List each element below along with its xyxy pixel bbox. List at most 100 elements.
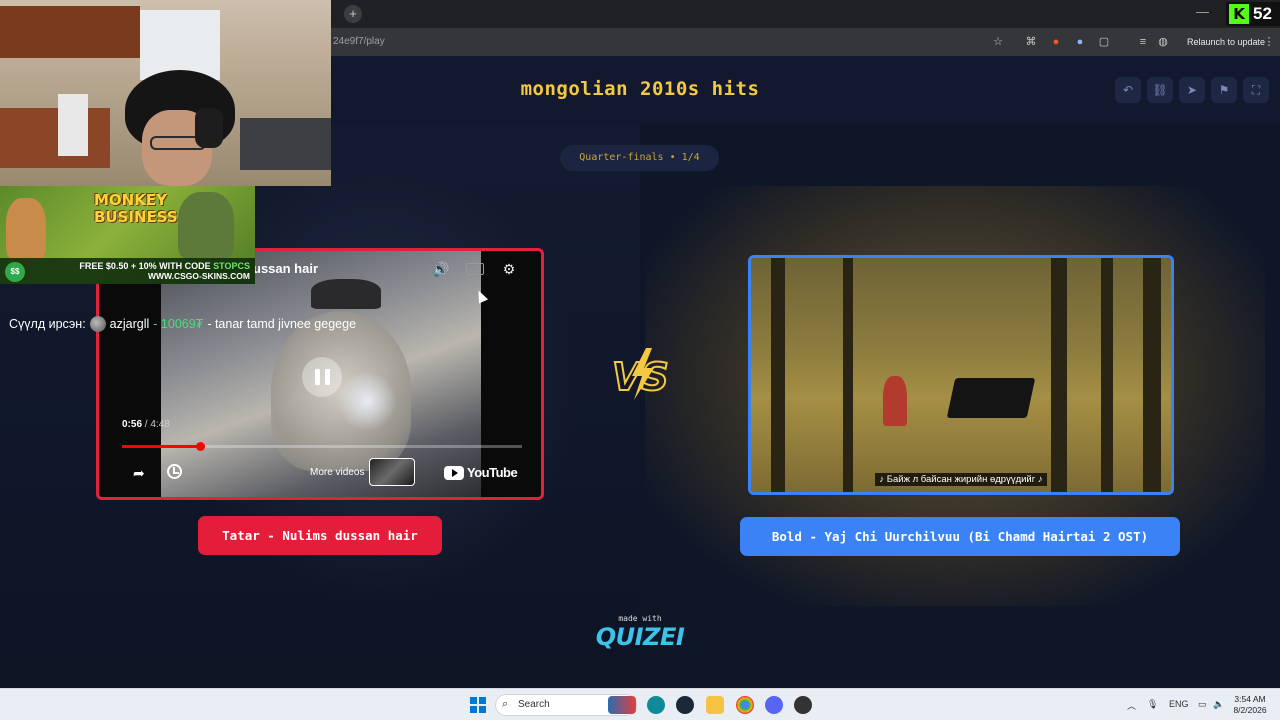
clock-date: 8/2/2026 <box>1233 705 1267 715</box>
stove <box>58 94 88 156</box>
right-video-card[interactable]: ♪ Байж л байсан жирийн өдрүүдийг ♪ <box>748 255 1174 495</box>
windows-taskbar: ⌕ Search ︿ 🎙 ENG ▭ 🔈 3:54 AM 8/2/2026 <box>0 688 1280 720</box>
pause-button[interactable] <box>302 357 342 397</box>
headset <box>195 108 223 148</box>
search-placeholder: Search <box>518 699 550 710</box>
url-text[interactable]: 24e9f7/play <box>333 36 385 47</box>
profile-extension-icon[interactable]: ● <box>1073 35 1087 49</box>
brave-extension-icon[interactable]: ● <box>1049 35 1063 49</box>
extension-icon[interactable]: ⌘ <box>1024 35 1038 49</box>
kitchen-cabinet <box>0 6 140 58</box>
ad-coin-icon: $$ <box>5 262 25 282</box>
video-subtitle: ♪ Байж л байсан жирийн өдрүүдийг ♪ <box>751 473 1171 486</box>
donor-name: azjargll <box>109 317 150 331</box>
pianist-figure <box>883 376 907 426</box>
network-icon[interactable]: ▭ <box>1198 699 1207 710</box>
left-video-card[interactable]: ussan hair 🔊 CC ⚙ 0:56 / 4:48 ➦ More vid… <box>96 248 544 500</box>
youtube-video-title[interactable]: ussan hair <box>253 261 318 276</box>
piano-shape <box>946 378 1036 418</box>
tree-trunk <box>1143 258 1161 492</box>
screen: + — K 52 24e9f7/play ☆ ⌘ ● ● ▢ ≡ ◍ Relau… <box>0 0 1280 720</box>
duration: / 4:48 <box>142 419 170 430</box>
made-with-label: made with <box>618 614 662 623</box>
donation-amount: - 10069₮ <box>153 317 204 331</box>
relaunch-button[interactable]: Relaunch to update <box>1180 33 1272 51</box>
kick-viewer-badge: K 52 <box>1226 2 1280 26</box>
undo-icon[interactable]: ↶ <box>1115 77 1141 103</box>
tree-trunk <box>1051 258 1067 492</box>
sofa <box>240 118 331 170</box>
tree-trunk <box>1101 258 1113 492</box>
video-light <box>337 371 397 431</box>
minimize-button[interactable]: — <box>1196 4 1209 19</box>
ad-site: WWW.CSGO-SKINS.COM <box>148 271 250 281</box>
round-indicator: Quarter-finals • 1/4 <box>560 145 719 171</box>
windows-start-icon[interactable] <box>470 697 486 713</box>
youtube-logo[interactable]: YouTube <box>444 465 518 480</box>
link-icon[interactable]: ⛓ <box>1147 77 1173 103</box>
pause-bar-icon <box>314 369 320 385</box>
donation-label: Сүүлд ирсэн: <box>9 317 86 331</box>
pause-bar-icon <box>324 369 330 385</box>
vs-lightning-icon: VS <box>611 348 670 400</box>
youtube-play-icon <box>444 465 464 480</box>
captions-icon[interactable]: CC <box>466 263 484 275</box>
flag-icon[interactable]: ⚑ <box>1211 77 1237 103</box>
fullscreen-icon[interactable]: ⛶ <box>1243 77 1269 103</box>
ad-title: MONKEY BUSINESS <box>94 191 178 226</box>
watch-later-icon[interactable] <box>167 464 182 479</box>
ad-character <box>178 192 234 260</box>
tree-trunk <box>843 258 853 492</box>
globe-icon[interactable]: ◍ <box>1156 35 1170 49</box>
steam-icon[interactable] <box>676 696 694 714</box>
tree-trunk <box>771 258 785 492</box>
ad-promo-text: FREE $0.50 + 10% WITH CODE STOPCS <box>32 261 250 271</box>
ad-promo-code: STOPCS <box>213 261 250 271</box>
video-cap <box>311 279 381 309</box>
progress-fill <box>122 445 200 448</box>
latest-donation: Сүүлд ирсэн: azjargll - 10069₮ - tanar t… <box>9 316 356 332</box>
obs-icon[interactable] <box>794 696 812 714</box>
more-videos-label[interactable]: More videos <box>310 467 364 478</box>
subtitle-text: ♪ Байж л байсан жирийн өдрүүдийг ♪ <box>875 473 1047 486</box>
tray-chevron-icon[interactable]: ︿ <box>1127 699 1136 712</box>
puzzle-icon[interactable]: ▢ <box>1097 35 1111 49</box>
time-display: 0:56 / 4:48 <box>122 419 170 430</box>
volume-tray-icon[interactable]: 🔈 <box>1213 699 1224 710</box>
share-icon[interactable]: ➦ <box>133 465 145 482</box>
language-indicator[interactable]: ENG <box>1169 699 1189 709</box>
progress-bar[interactable] <box>122 442 522 451</box>
search-icon: ⌕ <box>502 698 509 710</box>
donation-message: - tanar tamd jivnee gegege <box>207 317 357 331</box>
quizei-logo[interactable]: QUIZEI <box>0 623 1280 651</box>
media-icon[interactable]: ≡ <box>1136 35 1150 49</box>
kick-logo-icon: K <box>1229 4 1249 24</box>
search-highlight-icon[interactable] <box>608 696 636 714</box>
chrome-icon[interactable] <box>736 696 754 714</box>
scrubber-handle[interactable] <box>195 442 205 451</box>
youtube-logo-text: YouTube <box>467 465 518 480</box>
microphone-icon[interactable]: 🎙 <box>1147 699 1158 710</box>
right-answer-button[interactable]: Bold - Yaj Chi Uurchilvuu (Bi Chamd Hair… <box>740 517 1180 556</box>
more-videos-thumbnail[interactable] <box>369 458 415 486</box>
ad-promo-prefix: FREE $0.50 + 10% WITH CODE <box>79 261 214 271</box>
file-explorer-icon[interactable] <box>706 696 724 714</box>
edge-icon[interactable] <box>647 696 665 714</box>
menu-dots-icon[interactable]: ⋮ <box>1262 35 1276 49</box>
volume-icon[interactable]: 🔊 <box>432 260 450 278</box>
forest-video-frame <box>751 258 1171 492</box>
viewer-count: 52 <box>1253 4 1272 23</box>
clock-time: 3:54 AM <box>1234 694 1266 704</box>
taskbar-clock[interactable]: 3:54 AM 8/2/2026 <box>1228 694 1272 716</box>
webcam-overlay <box>0 0 331 186</box>
left-answer-button[interactable]: Tatar - Nulims dussan hair <box>198 516 442 555</box>
discord-icon[interactable] <box>765 696 783 714</box>
new-tab-button[interactable]: + <box>344 5 362 23</box>
kitchen-counter <box>0 108 110 168</box>
bookmark-star-icon[interactable]: ☆ <box>991 35 1005 49</box>
ad-character <box>6 198 46 260</box>
settings-gear-icon[interactable]: ⚙ <box>500 260 518 278</box>
donor-avatar <box>89 316 106 332</box>
sponsor-ad-banner: MONKEY BUSINESS $$ FREE $0.50 + 10% WITH… <box>0 186 255 284</box>
send-icon[interactable]: ➤ <box>1179 77 1205 103</box>
